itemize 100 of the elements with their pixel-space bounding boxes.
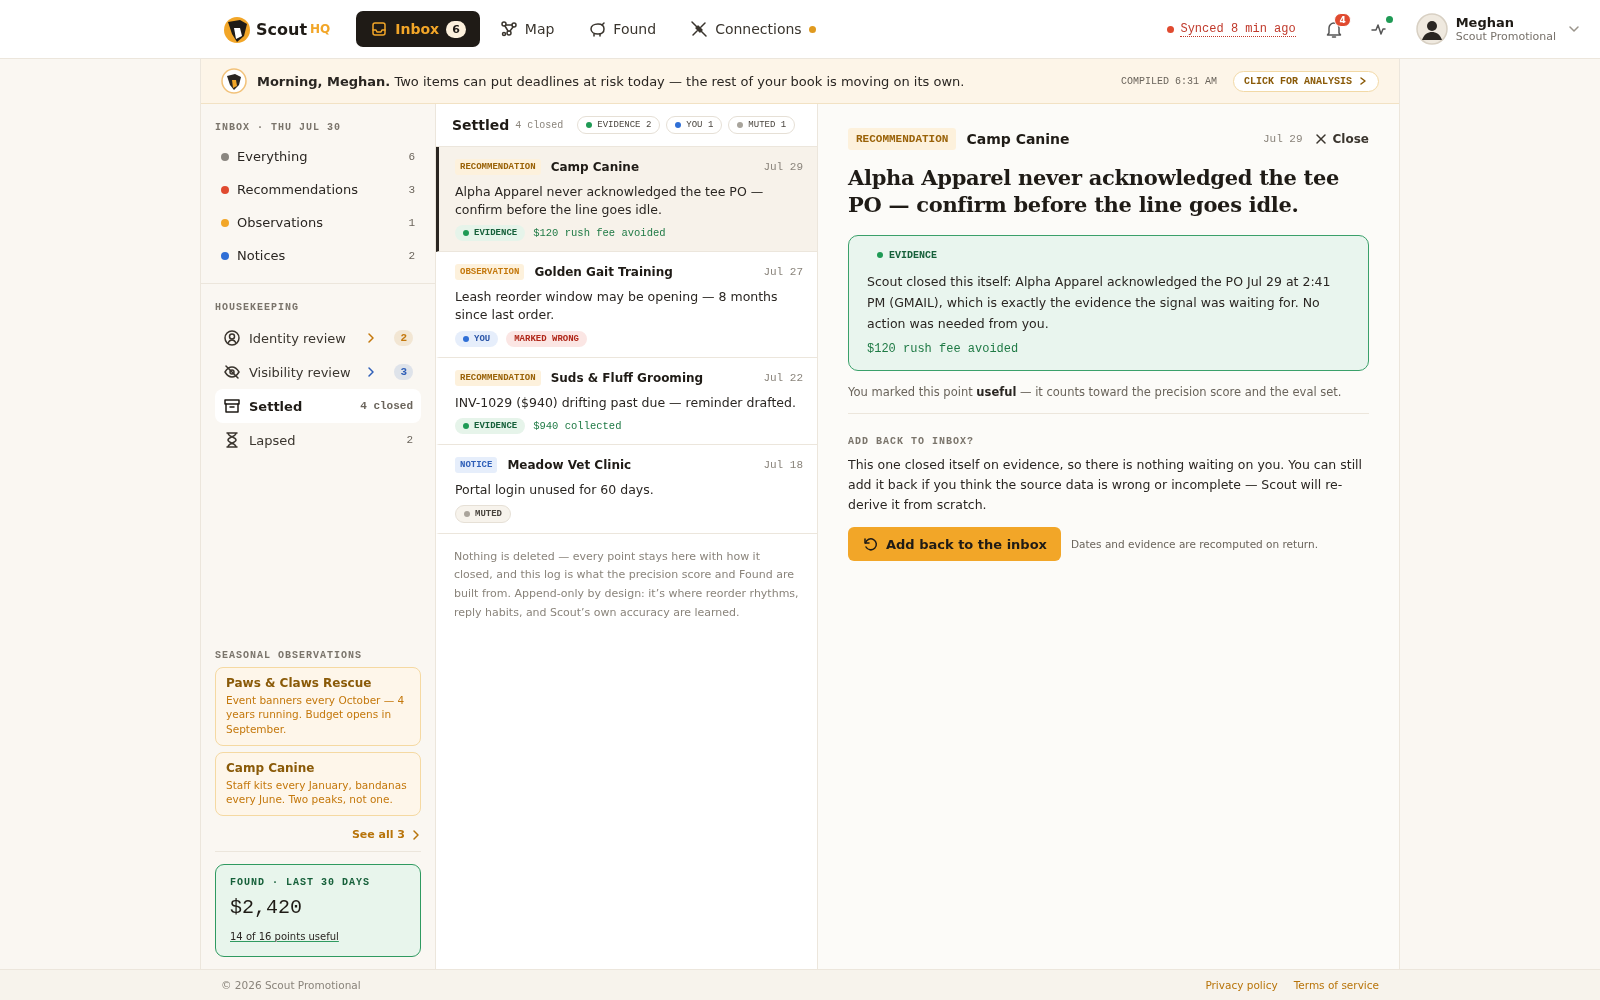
observation-card[interactable]: Camp Canine Staff kits every January, bandanas every June. Two peaks, not one. <box>215 751 421 816</box>
found-amount: $2,420 <box>230 896 303 919</box>
card-text: Event banners every October — 4 years running. Budget opens in September. <box>226 692 406 737</box>
type-tag: RECOMMENDATION <box>455 159 541 175</box>
filter-item[interactable]: Notices 2 <box>215 240 421 271</box>
filter-count: 3 <box>408 183 415 196</box>
filter-label: Observations <box>237 215 324 230</box>
filter-chip[interactable]: EVIDENCE 2 <box>577 116 661 134</box>
person-circle-icon <box>223 329 241 347</box>
status-tag: MARKED WRONG <box>506 330 587 347</box>
card-heading: FOUND · LAST 30 DAYS <box>230 877 372 888</box>
status-tag: EVIDENCE <box>455 417 526 434</box>
section-heading: HOUSEKEEPING <box>215 302 300 313</box>
footer-link[interactable]: Privacy policy <box>1205 979 1278 991</box>
section-text: This one closed itself on evidence, so there is nothing waiting on you. You can still add it back if you think the source data is wrong or incomplete — Scout will re-derive it from scratch. <box>848 456 1364 515</box>
brand-name: Scout <box>256 19 308 39</box>
chevron-right-icon <box>366 366 377 378</box>
list-title: Settled <box>452 117 510 133</box>
greeting-text: Morning, Meghan. Two items can put deadlines at risk today — the rest of your book is moving on its own. <box>257 73 965 89</box>
filter-count: 1 <box>408 216 415 229</box>
list-item[interactable]: RECOMMENDATION Camp Canine Jul 29 Alpha Apparel never acknowledged the tee PO — confirm before the line goes idle. EVIDENCE $120 rush fee avoided <box>436 147 817 253</box>
nav-tab[interactable]: Connections <box>676 11 830 47</box>
item-text: Portal login unused for 60 days. <box>455 480 655 499</box>
section-heading: ADD BACK TO INBOX? <box>848 436 976 448</box>
filter-label: Notices <box>237 248 287 263</box>
list-item[interactable]: NOTICE Meadow Vet Clinic Jul 18 Portal login unused for 60 days. MUTED <box>436 444 817 534</box>
type-tag: RECOMMENDATION <box>455 369 541 386</box>
filter-item[interactable]: Everything 6 <box>215 141 421 172</box>
sync-status[interactable]: Synced 8 min ago <box>1180 21 1296 37</box>
item-date: Jul 22 <box>763 371 803 384</box>
type-tag: OBSERVATION <box>455 264 525 281</box>
organization-name: Suds & Fluff Grooming <box>550 370 704 385</box>
status-dot <box>1385 16 1393 23</box>
user-name: Meghan <box>1455 15 1516 30</box>
nav-item-label: Settled <box>249 398 304 414</box>
section-heading: SEASONAL OBSERVATIONS <box>215 649 364 661</box>
item-date: Jul 29 <box>1262 133 1303 145</box>
nav-item[interactable]: Identity review 2 <box>215 321 421 355</box>
useful-points-link[interactable]: 14 of 16 points useful <box>230 931 339 942</box>
chevron-right-icon <box>366 332 377 344</box>
outcome-text: $120 rush fee avoided <box>533 227 666 240</box>
status-tag: MUTED <box>455 504 511 523</box>
evidence-text: Scout closed this itself: Alpha Apparel acknowledged the PO Jul 29 at 2:41 PM (GMAIL), which is exactly the evidence the signal was waiting for. No action was needed from you. <box>867 272 1332 334</box>
item-date: Jul 18 <box>763 458 803 471</box>
nav-item-label: Visibility review <box>249 364 352 380</box>
filter-item[interactable]: Recommendations 3 <box>215 174 421 205</box>
filter-count: 2 <box>408 249 415 262</box>
nav-item[interactable]: Settled 4 closed <box>215 389 421 423</box>
add-back-button[interactable]: Add back to the inbox <box>848 527 1061 562</box>
info-note: Nothing is deleted — every point stays here with how it closed, and this log is what the precision score and Found are built from. Append-only by design: it’s where reorder rhythms, reply habits, and Scout’s own accuracy are learned. <box>453 548 800 621</box>
nav-item[interactable]: Visibility review 3 <box>215 355 421 389</box>
user-organization: Scout Promotional <box>1455 30 1556 43</box>
count-badge: 2 <box>394 330 413 346</box>
nav-tab[interactable]: Found <box>574 11 671 47</box>
status-dot <box>1167 25 1175 33</box>
filter-count: 6 <box>408 150 415 163</box>
filter-item[interactable]: Observations 1 <box>215 207 421 238</box>
list-item[interactable]: RECOMMENDATION Suds & Fluff Grooming Jul 22 INV-1029 ($940) drifting past due — reminder drafted. EVIDENCE $940 collected <box>436 357 817 445</box>
detail-title: Alpha Apparel never acknowledged the tee PO — confirm before the line goes idle. <box>848 164 1341 219</box>
footer-link[interactable]: Terms of service <box>1293 979 1379 991</box>
card-title: Paws & Claws Rescue <box>226 675 373 690</box>
nav-item[interactable]: Lapsed 2 <box>215 423 421 457</box>
analysis-button[interactable]: CLICK FOR ANALYSIS <box>1232 70 1379 92</box>
archive-box-icon <box>223 397 241 415</box>
list-item[interactable]: OBSERVATION Golden Gait Training Jul 27 Leash reorder window may be opening — 8 months since last order. YOU MARKED WRONG <box>436 252 817 358</box>
filter-label: Everything <box>237 149 309 164</box>
network-nodes-icon <box>499 20 518 38</box>
undo-arrow-icon <box>862 536 878 553</box>
item-text: INV-1029 ($940) drifting past due — reminder drafted. <box>455 393 797 412</box>
feedback-note: You marked this point useful — it counts toward the precision score and the eval set. <box>848 385 1343 400</box>
nav-item-label: Lapsed <box>249 432 297 448</box>
item-text: Alpha Apparel never acknowledged the tee PO — confirm before the line goes idle. <box>455 183 765 220</box>
outcome-text: $120 rush fee avoided <box>867 342 1020 357</box>
close-button[interactable]: Close <box>1314 132 1369 146</box>
chevron-down-icon <box>1568 23 1580 35</box>
compiled-time: COMPILED 6:31 AM <box>1120 75 1217 87</box>
notification-badge: 4 <box>1334 13 1351 27</box>
card-title: Camp Canine <box>226 760 316 775</box>
filter-chip[interactable]: MUTED 1 <box>728 116 796 134</box>
eye-slash-icon <box>223 363 241 381</box>
card-text: Staff kits every January, bandanas every June. Two peaks, not one. <box>226 777 408 807</box>
close-icon <box>1314 133 1327 145</box>
type-tag: RECOMMENDATION <box>848 128 957 150</box>
filter-chip[interactable]: YOU 1 <box>666 116 723 134</box>
section-heading: INBOX · THU JUL 30 <box>215 122 343 133</box>
item-text: Leash reorder window may be opening — 8 months since last order. <box>455 288 779 325</box>
see-all-link[interactable]: See all 3 <box>351 828 421 841</box>
avatar-icon <box>1415 13 1448 45</box>
chevron-right-icon <box>1358 76 1368 86</box>
organization-name: Meadow Vet Clinic <box>507 457 632 472</box>
nav-tab[interactable]: Inbox 6 <box>356 11 480 47</box>
nav-item-count: 4 closed <box>360 400 413 412</box>
organization-name: Camp Canine <box>966 131 1070 147</box>
hourglass-icon <box>223 431 241 449</box>
evidence-label: EVIDENCE <box>877 249 1350 261</box>
nav-tab[interactable]: Map <box>485 11 569 47</box>
organization-name: Golden Gait Training <box>534 265 673 280</box>
status-tag: EVIDENCE <box>455 225 526 242</box>
item-date: Jul 29 <box>763 161 803 173</box>
observation-card[interactable]: Paws & Claws Rescue Event banners every October — 4 years running. Budget opens in September. <box>215 666 421 746</box>
